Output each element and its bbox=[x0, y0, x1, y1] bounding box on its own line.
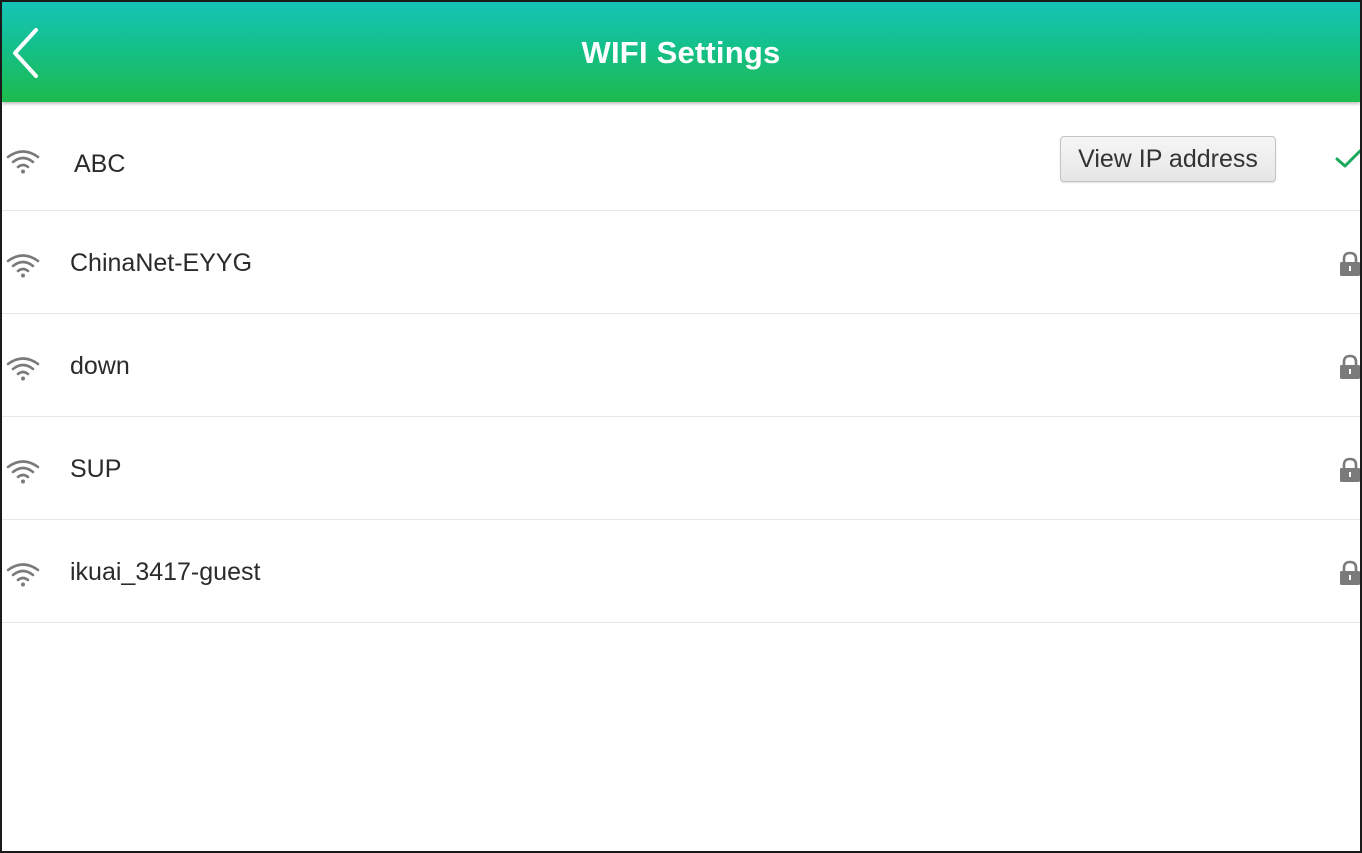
page-title: WIFI Settings bbox=[581, 35, 781, 70]
header-bar: WIFI Settings bbox=[2, 2, 1360, 102]
wifi-ssid-label: ikuai_3417-guest bbox=[70, 558, 261, 586]
wifi-signal-icon bbox=[6, 254, 40, 278]
lock-icon bbox=[1340, 560, 1360, 585]
lock-icon bbox=[1340, 457, 1360, 482]
wifi-network-item-sup[interactable]: SUP bbox=[2, 417, 1360, 520]
view-ip-address-button[interactable]: View IP address bbox=[1060, 136, 1276, 182]
wifi-network-list: ABC View IP address ChinaNet-EYYG down S… bbox=[2, 108, 1360, 623]
wifi-network-item-chinanet-eyyg[interactable]: ChinaNet-EYYG bbox=[2, 211, 1360, 314]
wifi-signal-icon bbox=[6, 357, 40, 381]
wifi-signal-icon bbox=[6, 460, 40, 484]
wifi-settings-screen: WIFI Settings ABC View IP address ChinaN… bbox=[0, 0, 1362, 853]
wifi-network-item-abc[interactable]: ABC View IP address bbox=[2, 108, 1360, 211]
wifi-ssid-label: ABC bbox=[74, 150, 126, 178]
wifi-signal-icon bbox=[6, 563, 40, 587]
wifi-ssid-label: down bbox=[70, 352, 130, 380]
lock-icon bbox=[1340, 251, 1360, 276]
check-icon bbox=[1335, 149, 1360, 168]
wifi-network-item-down[interactable]: down bbox=[2, 314, 1360, 417]
lock-icon bbox=[1340, 354, 1360, 379]
wifi-network-item-ikuai-3417-guest[interactable]: ikuai_3417-guest bbox=[2, 520, 1360, 623]
wifi-ssid-label: SUP bbox=[70, 455, 122, 483]
wifi-signal-icon bbox=[6, 150, 40, 174]
wifi-ssid-label: ChinaNet-EYYG bbox=[70, 249, 253, 277]
